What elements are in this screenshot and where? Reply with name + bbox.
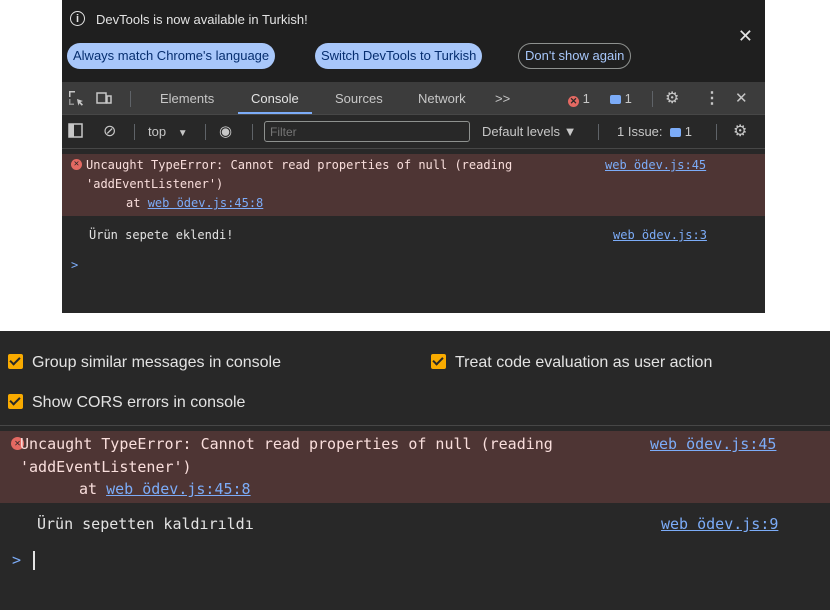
error-stack-line: at web ödev.js:45:8	[126, 196, 263, 210]
error-count-badge[interactable]: ✕ 1	[568, 82, 590, 115]
console-settings-gear-icon[interactable]: ⚙	[733, 115, 747, 148]
error-count: 1	[582, 91, 590, 106]
message-icon	[610, 95, 621, 104]
log-source-link[interactable]: web ödev.js:3	[613, 228, 707, 242]
console-log-message: Ürün sepete eklendi!	[89, 228, 234, 242]
context-dropdown-icon: ▼	[177, 128, 188, 139]
context-label: top	[148, 124, 167, 139]
issues-label: 1 Issue:	[617, 124, 663, 139]
error-text-line1: Uncaught TypeError: Cannot read properti…	[20, 435, 553, 453]
console-log-message: Ürün sepetten kaldırıldı	[37, 515, 254, 533]
error-source-link[interactable]: web ödev.js:45	[650, 435, 776, 453]
default-levels-dropdown[interactable]: Default levels ▼	[482, 115, 577, 148]
devtools-panel-top: i DevTools is now available in Turkish! …	[62, 0, 765, 313]
stack-at-label: at	[79, 480, 107, 498]
active-tab-indicator	[238, 112, 312, 114]
language-infobar: i DevTools is now available in Turkish! …	[62, 0, 765, 82]
info-icon: i	[70, 11, 85, 26]
console-prompt[interactable]: >	[71, 258, 78, 272]
always-match-language-button[interactable]: Always match Chrome's language	[67, 43, 276, 69]
devtools-panel-bottom: Group similar messages in console Treat …	[0, 331, 830, 610]
switch-to-turkish-button[interactable]: Switch DevTools to Turkish	[315, 43, 483, 69]
issues-count: 1	[684, 124, 693, 139]
stack-trace-link[interactable]: web ödev.js:45:8	[148, 196, 264, 210]
context-selector[interactable]: top ▼	[148, 115, 188, 148]
more-tabs-icon[interactable]: >>	[495, 82, 510, 115]
group-similar-label: Group similar messages in console	[32, 354, 281, 371]
live-expression-eye-icon[interactable]: ◉	[219, 115, 232, 148]
console-error-message: ✕ Uncaught TypeError: Cannot read proper…	[62, 154, 765, 216]
stack-trace-link[interactable]: web ödev.js:45:8	[106, 480, 251, 498]
tab-elements[interactable]: Elements	[160, 82, 214, 115]
device-toolbar-icon[interactable]	[96, 82, 112, 115]
tab-network[interactable]: Network	[418, 82, 466, 115]
error-text-line1: Uncaught TypeError: Cannot read properti…	[86, 158, 513, 172]
devtools-close-button[interactable]: ✕	[735, 82, 748, 115]
settings-gear-icon[interactable]: ⚙	[665, 82, 679, 115]
issue-message-icon	[670, 128, 682, 137]
group-similar-setting[interactable]: Group similar messages in console	[8, 354, 281, 372]
console-toolbar: ⊘ top ▼ ◉ Default levels ▼ 1 Issue: 1 ⚙	[62, 115, 765, 149]
stack-at-label: at	[126, 196, 148, 210]
sidebar-toggle-icon[interactable]	[68, 115, 83, 148]
tab-console[interactable]: Console	[251, 82, 299, 115]
message-count-badge[interactable]: 1	[610, 82, 632, 115]
message-count: 1	[624, 91, 632, 106]
error-source-link[interactable]: web ödev.js:45	[605, 158, 706, 172]
error-stack-line: at web ödev.js:45:8	[79, 480, 251, 498]
dont-show-again-button[interactable]: Don't show again	[518, 43, 632, 69]
error-text-line2: 'addEventListener')	[20, 458, 192, 476]
text-caret	[33, 551, 35, 570]
error-icon: ✕	[568, 96, 579, 107]
tab-sources[interactable]: Sources	[335, 82, 383, 115]
filter-input[interactable]	[264, 121, 470, 142]
devtools-main-toolbar: Elements Console Sources Network >> ✕ 1 …	[62, 82, 765, 115]
infobar-close-button[interactable]: ✕	[738, 26, 753, 47]
clear-console-icon[interactable]: ⊘	[103, 115, 116, 148]
console-error-message: ✕ Uncaught TypeError: Cannot read proper…	[0, 431, 830, 503]
treat-code-checkbox[interactable]	[431, 354, 446, 369]
infobar-message: DevTools is now available in Turkish!	[96, 12, 308, 27]
error-icon: ✕	[71, 159, 82, 170]
group-similar-checkbox[interactable]	[8, 354, 23, 369]
show-cors-label: Show CORS errors in console	[32, 394, 246, 411]
show-cors-setting[interactable]: Show CORS errors in console	[8, 394, 245, 412]
treat-code-label: Treat code evaluation as user action	[455, 354, 713, 371]
error-text-line2: 'addEventListener')	[86, 177, 224, 191]
treat-code-setting[interactable]: Treat code evaluation as user action	[431, 354, 712, 372]
settings-divider	[0, 425, 830, 426]
inspect-element-icon[interactable]	[68, 82, 84, 115]
more-options-icon[interactable]: ⋮	[704, 82, 720, 115]
show-cors-checkbox[interactable]	[8, 394, 23, 409]
console-prompt[interactable]: >	[12, 551, 21, 569]
issues-button[interactable]: 1 Issue: 1	[617, 115, 692, 148]
log-source-link[interactable]: web ödev.js:9	[661, 515, 778, 533]
